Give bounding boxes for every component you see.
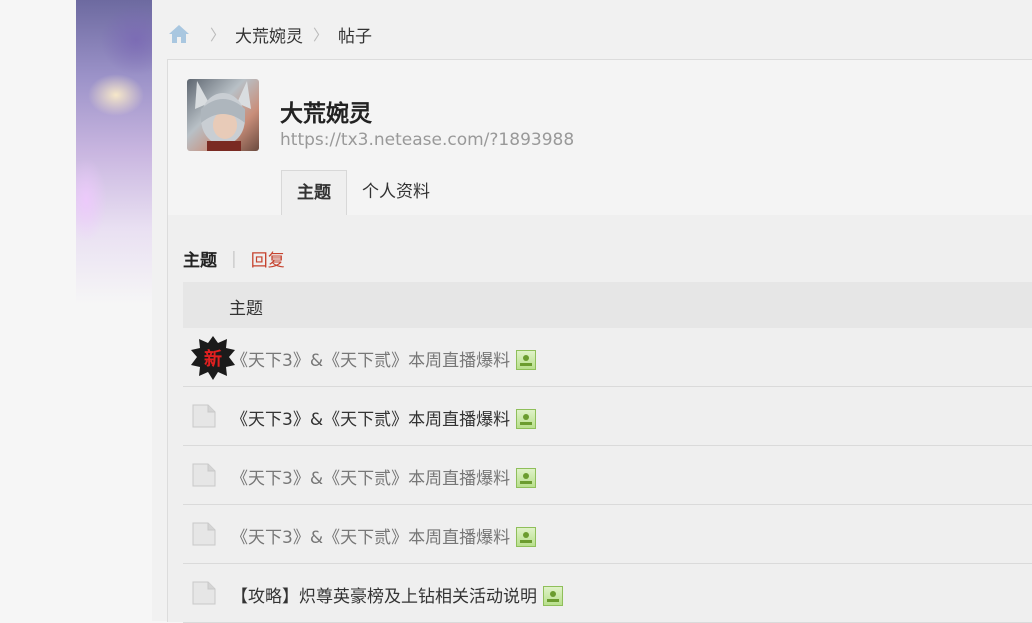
table-row[interactable]: 《天下3》&《天下贰》本周直播爆料 (183, 446, 1032, 505)
breadcrumb-separator: 〉 (210, 25, 226, 44)
breadcrumb-item-posts: 帖子 (338, 26, 373, 47)
subnav: 主题 | 回复 (183, 246, 285, 272)
topic-title-text: 【攻略】炽尊英豪榜及上钻相关活动说明 (231, 587, 537, 607)
image-attachment-icon (516, 409, 537, 429)
column-header-topic: 主题 (229, 299, 263, 319)
profile-tabs: 主题 个人资料 (281, 170, 445, 216)
svg-text:新: 新 (204, 348, 222, 370)
new-badge-icon: 新 (191, 336, 235, 380)
profile-header: 大荒婉灵 https://tx3.netease.com/?1893988 主题… (168, 60, 1032, 215)
tab-profile-info[interactable]: 个人资料 (347, 170, 445, 214)
image-attachment-icon (516, 527, 537, 547)
breadcrumb: 〉 大荒婉灵 〉 帖子 (168, 22, 373, 47)
topic-title[interactable]: 《天下3》&《天下贰》本周直播爆料 (231, 346, 537, 371)
topic-title[interactable]: 《天下3》&《天下贰》本周直播爆料 (231, 405, 537, 430)
avatar[interactable] (187, 79, 259, 151)
main-content: 〉 大荒婉灵 〉 帖子 大荒婉灵 https://tx3.netease.com… (152, 0, 1032, 623)
table-row[interactable]: 【攻略】炽尊英豪榜及上钻相关活动说明 (183, 564, 1032, 623)
home-icon[interactable] (168, 24, 190, 44)
table-row[interactable]: 《天下3》&《天下贰》本周直播爆料 (183, 387, 1032, 446)
topic-title[interactable]: 《天下3》&《天下贰》本周直播爆料 (231, 523, 537, 548)
table-header: 主题 (183, 282, 1032, 328)
user-panel: 大荒婉灵 https://tx3.netease.com/?1893988 主题… (167, 59, 1032, 623)
thread-icon (192, 463, 216, 487)
profile-url[interactable]: https://tx3.netease.com/?1893988 (280, 130, 574, 150)
topic-title[interactable]: 【攻略】炽尊英豪榜及上钻相关活动说明 (231, 582, 563, 607)
tab-topics[interactable]: 主题 (281, 170, 347, 215)
image-attachment-icon (516, 468, 537, 488)
thread-icon (192, 581, 216, 605)
topic-title[interactable]: 《天下3》&《天下贰》本周直播爆料 (231, 464, 537, 489)
table-row[interactable]: 新 《天下3》&《天下贰》本周直播爆料 (183, 328, 1032, 387)
thread-icon (192, 522, 216, 546)
table-row[interactable]: 《天下3》&《天下贰》本周直播爆料 (183, 505, 1032, 564)
topic-title-text: 《天下3》&《天下贰》本周直播爆料 (231, 410, 511, 430)
image-attachment-icon (543, 586, 563, 606)
side-background-art (76, 0, 152, 305)
profile-title: 大荒婉灵 (280, 101, 372, 127)
thread-icon (192, 404, 216, 428)
breadcrumb-separator: 〉 (313, 25, 329, 44)
topic-title-text: 《天下3》&《天下贰》本周直播爆料 (231, 351, 511, 371)
breadcrumb-item-forum[interactable]: 大荒婉灵 (235, 22, 303, 47)
topic-list: 新 《天下3》&《天下贰》本周直播爆料 《天下3》&《天下贰》本周直播爆料 《天… (183, 328, 1032, 623)
subnav-replies[interactable]: 回复 (251, 246, 285, 271)
topic-title-text: 《天下3》&《天下贰》本周直播爆料 (231, 528, 511, 548)
subnav-topics[interactable]: 主题 (183, 246, 217, 271)
subnav-divider: | (231, 248, 237, 269)
image-attachment-icon (516, 350, 537, 370)
avatar-illustration (195, 81, 251, 151)
topic-title-text: 《天下3》&《天下贰》本周直播爆料 (231, 469, 511, 489)
